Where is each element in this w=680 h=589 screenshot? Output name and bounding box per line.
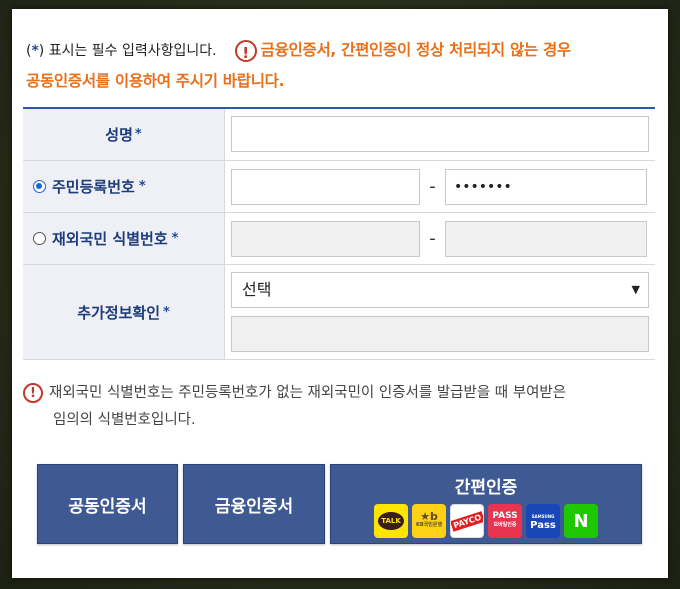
- info-warning-icon: !: [23, 383, 43, 403]
- samsung-pass-logo-icon: SAMSUNG Pass: [526, 504, 560, 538]
- naver-logo-icon: N: [564, 504, 598, 538]
- radio-selected-icon[interactable]: [33, 180, 46, 193]
- foreign-id-info: ! 재외국민 식별번호는 주민등록번호가 없는 재외국민이 인증서를 발급받을 때…: [23, 380, 653, 434]
- finance-certificate-button[interactable]: 금융인증서: [183, 464, 325, 544]
- extra-info-label: 추가정보확인 *: [23, 265, 225, 359]
- kakao-logo-text: TALK: [381, 516, 401, 525]
- kakao-talk-logo-icon: TALK: [374, 504, 408, 538]
- rrn-row: 주민등록번호 * - •••••••: [23, 161, 655, 213]
- extra-info-select[interactable]: 선택 ▼: [231, 272, 649, 308]
- foreign-id-input-cell: -: [225, 213, 655, 264]
- pass-logo-subtext: 모바일인증: [493, 522, 517, 528]
- kb-logo-mark: ★b: [420, 510, 438, 523]
- name-label: 성명 *: [23, 109, 225, 160]
- payco-logo-icon: PAYCO: [450, 504, 484, 538]
- kb-logo-text: KB국민은행: [415, 522, 443, 528]
- top-notice: (*) 표시는 필수 입력사항입니다.! 금융인증서, 간편인증이 정상 처리되지…: [26, 35, 656, 96]
- extra-info-input-cell: 선택 ▼: [225, 265, 655, 359]
- samsung-logo-bottom: Pass: [530, 520, 556, 531]
- foreign-id-radio-option[interactable]: 재외국민 식별번호 *: [23, 213, 225, 264]
- required-star-icon: *: [163, 304, 170, 320]
- required-star-icon: *: [138, 179, 146, 194]
- rrn-label-text: 주민등록번호: [52, 178, 135, 196]
- warning-icon: !: [234, 39, 257, 62]
- simple-auth-logos: TALK ★b KB국민은행 PAYCO PASS 모바일인증 SAMSUNG …: [374, 504, 598, 538]
- chevron-down-icon: ▼: [631, 283, 640, 296]
- identity-form: 성명 * 주민등록번호 * - ••••••• 재외국민 식별번호 * - 추가…: [23, 107, 655, 360]
- kb-bank-logo-icon: ★b KB국민은행: [412, 504, 446, 538]
- required-notice: (*) 표시는 필수 입력사항입니다.: [26, 43, 217, 59]
- name-label-text: 성명: [105, 126, 133, 144]
- joint-certificate-label: 공동인증서: [68, 496, 147, 517]
- foreign-id-dash: -: [429, 228, 436, 249]
- finance-certificate-label: 금융인증서: [214, 496, 294, 517]
- rrn-dash: -: [429, 176, 436, 197]
- pass-logo-icon: PASS 모바일인증: [488, 504, 522, 538]
- warning-text-line1: 금융인증서, 간편인증이 정상 처리되지 않는 경우: [260, 41, 572, 59]
- foreign-id-row: 재외국민 식별번호 * -: [23, 213, 655, 265]
- rrn-second-input[interactable]: •••••••: [445, 168, 647, 205]
- joint-certificate-button[interactable]: 공동인증서: [37, 464, 178, 544]
- extra-info-row: 추가정보확인 * 선택 ▼: [23, 265, 655, 360]
- pass-logo-text: PASS: [492, 511, 518, 521]
- foreign-id-second-input[interactable]: [445, 220, 647, 257]
- rrn-first-input[interactable]: [231, 168, 420, 205]
- required-notice-text: ) 표시는 필수 입력사항입니다.: [38, 43, 217, 59]
- rrn-input-cell: - •••••••: [225, 161, 655, 212]
- rrn-radio-option[interactable]: 주민등록번호 *: [23, 161, 225, 212]
- extra-info-input[interactable]: [231, 316, 649, 352]
- naver-logo-text: N: [573, 510, 589, 532]
- warning-text-line2: 공동인증서를 이용하여 주시기 바랍니다.: [26, 72, 285, 90]
- foreign-id-label-text: 재외국민 식별번호: [52, 230, 168, 248]
- required-star-icon: *: [31, 43, 39, 59]
- required-star-icon: *: [134, 127, 142, 142]
- required-star-icon: *: [171, 231, 179, 246]
- payco-logo-text: PAYCO: [451, 510, 483, 532]
- info-text-line1: 재외국민 식별번호는 주민등록번호가 없는 재외국민이 인증서를 발급받을 때 …: [49, 385, 567, 401]
- foreign-id-first-input[interactable]: [231, 220, 420, 257]
- simple-auth-label: 간편인증: [454, 478, 518, 498]
- name-input-cell: [225, 109, 655, 160]
- name-row: 성명 *: [23, 109, 655, 161]
- info-text-line2: 임의의 식별번호입니다.: [53, 412, 196, 428]
- simple-auth-button[interactable]: 간편인증 TALK ★b KB국민은행 PAYCO PASS 모바일인증 SAM…: [330, 464, 642, 544]
- extra-info-label-text: 추가정보확인: [77, 303, 160, 322]
- extra-info-select-value: 선택: [242, 280, 272, 299]
- radio-unselected-icon[interactable]: [33, 232, 46, 245]
- name-input[interactable]: [231, 116, 649, 152]
- auth-panel: (*) 표시는 필수 입력사항입니다.! 금융인증서, 간편인증이 정상 처리되지…: [12, 9, 668, 578]
